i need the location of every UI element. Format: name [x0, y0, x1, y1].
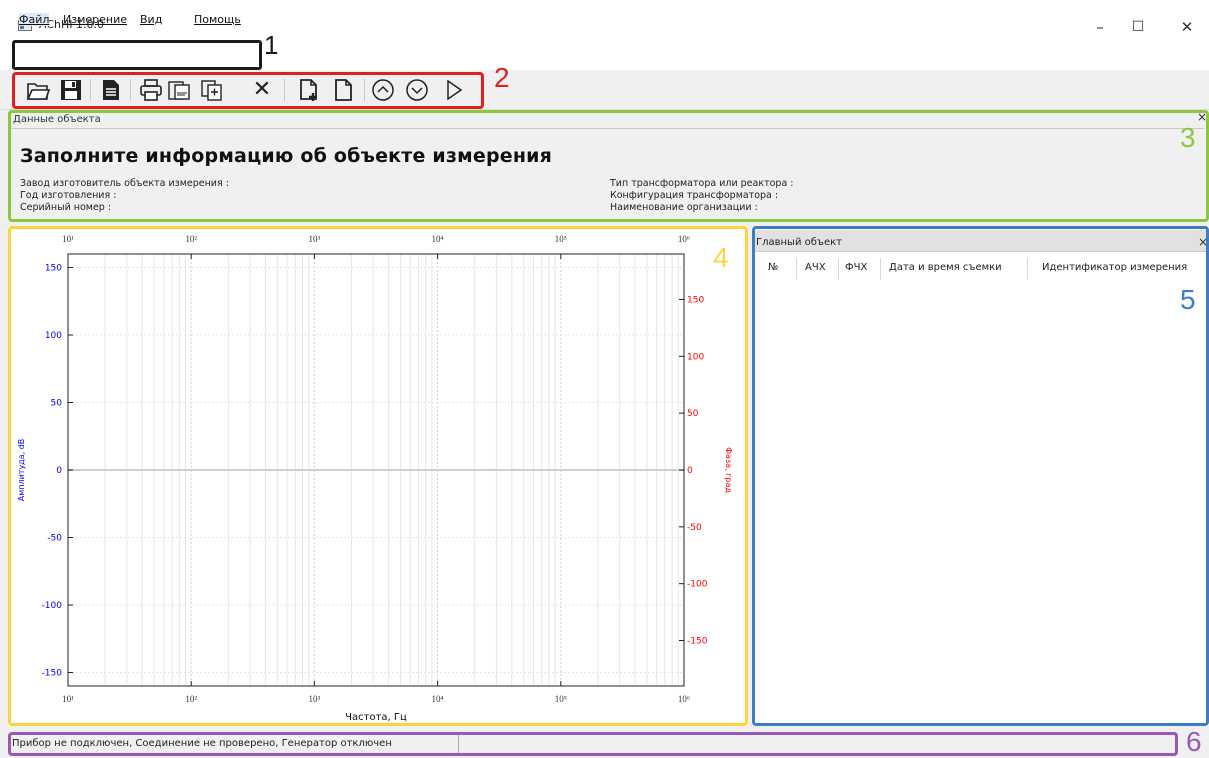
annotation-box-menu: [12, 40, 262, 70]
title-bar: [0, 0, 1209, 40]
annotation-label-1: 1: [264, 30, 279, 60]
annotation-label-3: 3: [1180, 122, 1196, 153]
menu-measurement[interactable]: Измерение: [63, 13, 127, 26]
annotation-box-status: [8, 732, 1178, 756]
annotation-label-5: 5: [1180, 284, 1196, 315]
maximize-button[interactable]: ☐: [1115, 14, 1161, 40]
annotation-label-6: 6: [1186, 726, 1202, 757]
annotation-label-4: 4: [713, 242, 729, 273]
annotation-box-main-object: [752, 226, 1209, 726]
annotation-box-object-data: [8, 110, 1209, 222]
close-button[interactable]: ✕: [1164, 14, 1209, 40]
menu-file[interactable]: Файл: [19, 13, 50, 26]
annotation-box-chart: [8, 226, 748, 726]
app-window: AChHI 1.0.0 – ☐ ✕ Файл Измерение Вид Пом…: [0, 0, 1209, 758]
annotation-label-2: 2: [494, 62, 510, 93]
menu-view[interactable]: Вид: [140, 13, 162, 26]
menu-help[interactable]: Помощь: [194, 13, 241, 26]
annotation-box-toolbar: [12, 72, 484, 109]
